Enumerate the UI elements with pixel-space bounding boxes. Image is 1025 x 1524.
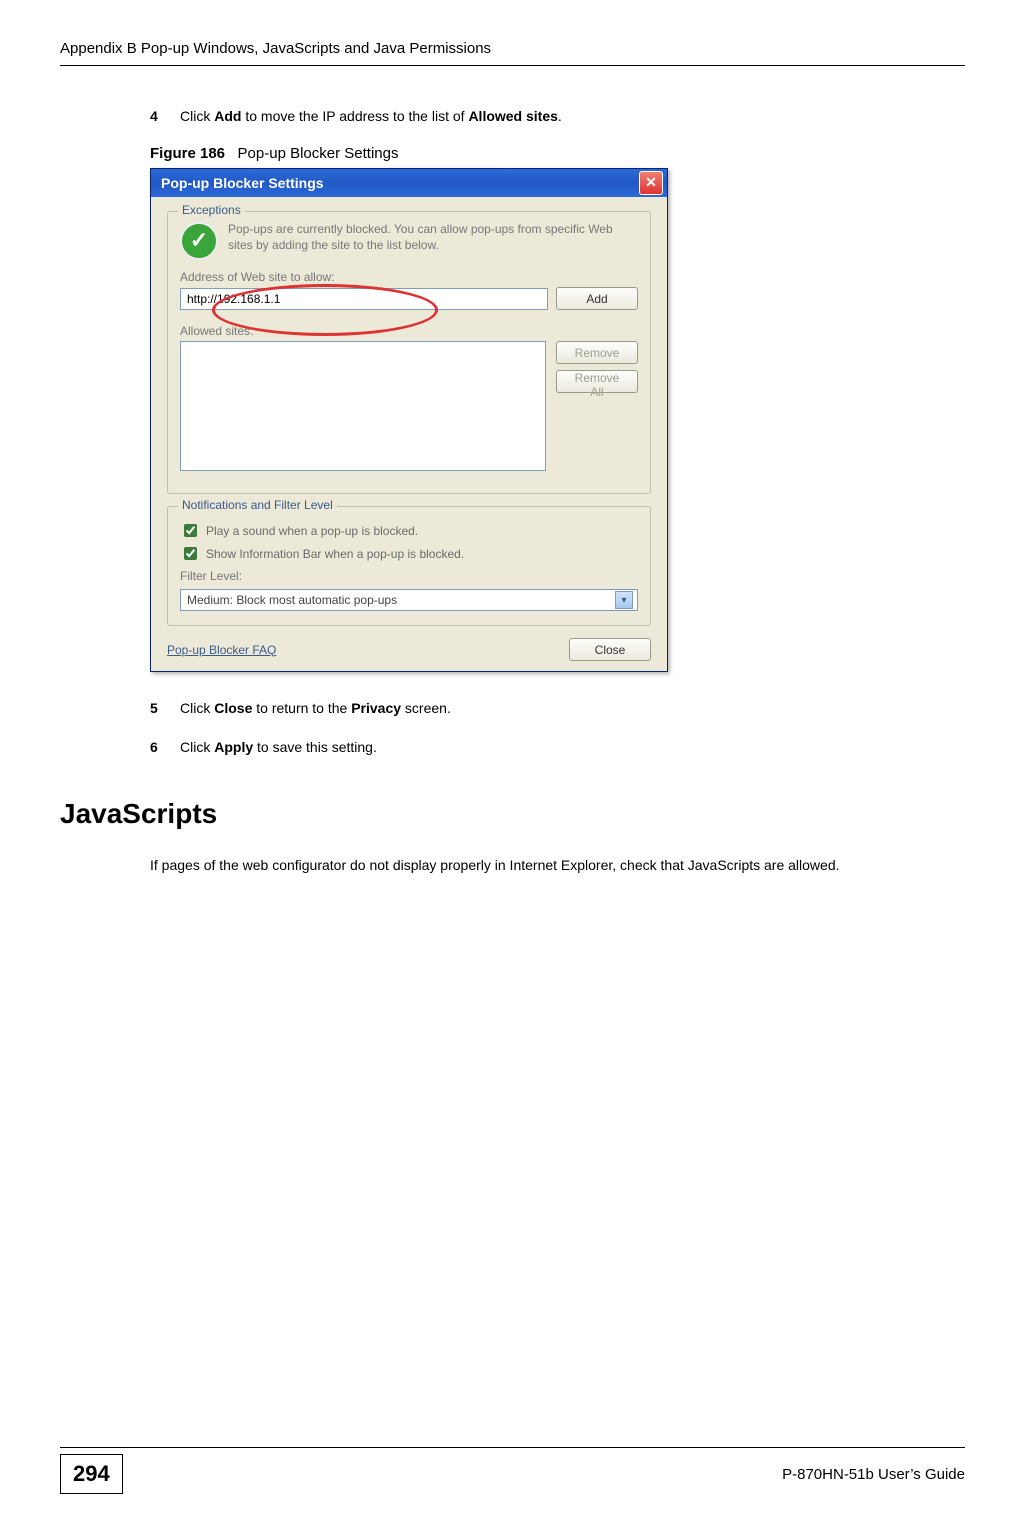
- notifications-fieldset: Notifications and Filter Level Play a so…: [167, 506, 651, 626]
- page-number: 294: [60, 1454, 123, 1494]
- exceptions-legend: Exceptions: [178, 203, 245, 217]
- checkbox-input[interactable]: [184, 524, 197, 537]
- header-rule: [60, 65, 965, 66]
- figure-label: Figure 186: [150, 145, 225, 162]
- text: to return to the: [252, 700, 351, 716]
- notifications-legend: Notifications and Filter Level: [178, 498, 337, 512]
- address-input[interactable]: [180, 288, 548, 310]
- checkbox-label: Play a sound when a pop-up is blocked.: [206, 524, 418, 538]
- text: Click: [180, 739, 214, 755]
- bold: Allowed sites: [468, 108, 557, 124]
- bold: Add: [214, 108, 241, 124]
- select-value: Medium: Block most automatic pop-ups: [187, 593, 397, 607]
- text: to save this setting.: [253, 739, 377, 755]
- step-number: 5: [150, 698, 180, 719]
- checkbox-input[interactable]: [184, 547, 197, 560]
- figure-image: Pop-up Blocker Settings ✕ Exceptions Pop…: [150, 168, 945, 672]
- step-number: 6: [150, 737, 180, 758]
- checkbox-play-sound[interactable]: Play a sound when a pop-up is blocked.: [180, 521, 638, 540]
- info-text: Pop-ups are currently blocked. You can a…: [228, 222, 638, 253]
- checkbox-show-info-bar[interactable]: Show Information Bar when a pop-up is bl…: [180, 544, 638, 563]
- allowed-label: Allowed sites:: [180, 324, 638, 338]
- figure-caption: Figure 186 Pop-up Blocker Settings: [150, 145, 945, 162]
- bold: Privacy: [351, 700, 401, 716]
- running-head: Appendix B Pop-up Windows, JavaScripts a…: [60, 40, 965, 57]
- text: Click: [180, 108, 214, 124]
- bold: Close: [214, 700, 252, 716]
- filter-level-select[interactable]: Medium: Block most automatic pop-ups ▾: [180, 589, 638, 611]
- step-5: 5 Click Close to return to the Privacy s…: [150, 698, 945, 719]
- step-text: Click Close to return to the Privacy scr…: [180, 698, 945, 719]
- checkbox-label: Show Information Bar when a pop-up is bl…: [206, 547, 464, 561]
- info-check-icon: [180, 222, 218, 260]
- text: to move the IP address to the list of: [241, 108, 468, 124]
- step-number: 4: [150, 106, 180, 127]
- dialog-titlebar: Pop-up Blocker Settings ✕: [151, 169, 667, 197]
- add-button[interactable]: Add: [556, 287, 638, 310]
- faq-link[interactable]: Pop-up Blocker FAQ: [167, 643, 276, 657]
- bold: Apply: [214, 739, 253, 755]
- step-4: 4 Click Add to move the IP address to th…: [150, 106, 945, 127]
- step-text: Click Add to move the IP address to the …: [180, 106, 945, 127]
- section-heading-javascripts: JavaScripts: [60, 798, 965, 830]
- remove-button[interactable]: Remove: [556, 341, 638, 364]
- allowed-sites-listbox[interactable]: [180, 341, 546, 471]
- figure-title: Pop-up Blocker Settings: [238, 145, 399, 162]
- text: Click: [180, 700, 214, 716]
- exceptions-fieldset: Exceptions Pop-ups are currently blocked…: [167, 211, 651, 494]
- close-icon[interactable]: ✕: [639, 171, 663, 195]
- guide-name: P-870HN-51b User’s Guide: [782, 1466, 965, 1483]
- dialog-title: Pop-up Blocker Settings: [161, 175, 324, 191]
- footer-rule: [60, 1447, 965, 1448]
- text: screen.: [401, 700, 451, 716]
- remove-all-button[interactable]: Remove All: [556, 370, 638, 393]
- step-6: 6 Click Apply to save this setting.: [150, 737, 945, 758]
- chevron-down-icon: ▾: [615, 591, 633, 609]
- close-button[interactable]: Close: [569, 638, 651, 661]
- section-paragraph: If pages of the web configurator do not …: [150, 854, 945, 876]
- popup-blocker-dialog: Pop-up Blocker Settings ✕ Exceptions Pop…: [150, 168, 668, 672]
- filter-level-label: Filter Level:: [180, 569, 638, 583]
- text: .: [558, 108, 562, 124]
- address-label: Address of Web site to allow:: [180, 270, 638, 284]
- step-text: Click Apply to save this setting.: [180, 737, 945, 758]
